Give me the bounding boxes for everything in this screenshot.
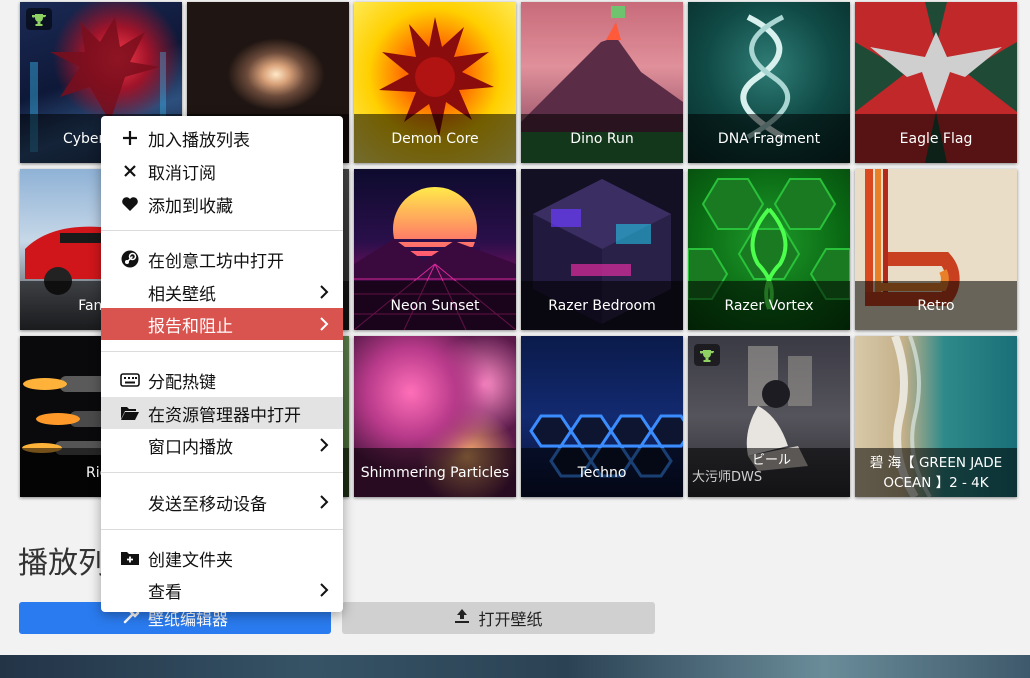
wallpaper-title: 碧 海【 GREEN JADE OCEAN 】2 - 4K — [855, 448, 1017, 497]
playlist-heading: 播放列 — [18, 546, 108, 581]
menu-item-open-in-explorer[interactable]: 在资源管理器中打开 — [101, 397, 343, 429]
chevron-right-icon — [319, 582, 329, 598]
wallpaper-title: Shimmering Particles — [354, 448, 516, 497]
wallpaper-tile-green-jade-ocean[interactable]: 碧 海【 GREEN JADE OCEAN 】2 - 4K — [855, 336, 1017, 497]
chevron-right-icon — [319, 284, 329, 300]
chevron-right-icon — [319, 437, 329, 453]
menu-item-label: 在资源管理器中打开 — [148, 405, 301, 426]
menu-item-label: 发送至移动设备 — [148, 494, 267, 515]
wallpaper-tile-dna-fragment[interactable]: DNA Fragment — [688, 2, 850, 163]
menu-item-add-to-playlist[interactable]: 加入播放列表 — [101, 122, 343, 154]
menu-item-create-folder[interactable]: 创建文件夹 — [101, 542, 343, 574]
menu-item-label: 报告和阻止 — [148, 316, 233, 337]
wallpaper-tile-anime-room[interactable]: ビール 大污师DWS — [688, 336, 850, 497]
open-wallpaper-button[interactable]: 打开壁纸 — [342, 602, 655, 634]
menu-separator — [101, 230, 343, 231]
menu-separator — [101, 351, 343, 352]
wallpaper-title: Dino Run — [521, 114, 683, 163]
wallpaper-title: ビール — [752, 453, 792, 468]
menu-item-related-wallpapers[interactable]: 相关壁纸 — [101, 276, 343, 308]
wallpaper-tile-eagle-flag[interactable]: Eagle Flag — [855, 2, 1017, 163]
wallpaper-tile-shimmering-particles[interactable]: Shimmering Particles — [354, 336, 516, 497]
wallpaper-title: Razer Bedroom — [521, 281, 683, 330]
menu-item-label: 取消订阅 — [148, 163, 216, 184]
menu-item-label: 查看 — [148, 582, 182, 603]
wallpaper-tile-techno[interactable]: Techno — [521, 336, 683, 497]
x-icon — [120, 161, 140, 181]
menu-item-label: 窗口内播放 — [148, 437, 233, 458]
menu-item-label: 分配热键 — [148, 372, 216, 393]
open-wallpaper-label: 打开壁纸 — [478, 610, 543, 629]
wallpaper-tile-retro[interactable]: Retro — [855, 169, 1017, 330]
menu-item-play-in-window[interactable]: 窗口内播放 — [101, 429, 343, 461]
menu-item-unsubscribe[interactable]: 取消订阅 — [101, 155, 343, 187]
menu-item-open-in-workshop[interactable]: 在创意工坊中打开 — [101, 243, 343, 275]
artwork-watermark: 大污师DWS — [692, 470, 763, 485]
wallpaper-title-anime: ビール 大污师DWS — [688, 448, 850, 497]
menu-item-label: 相关壁纸 — [148, 284, 216, 305]
folder-open-icon — [120, 403, 140, 423]
wallpaper-title: Retro — [855, 281, 1017, 330]
trophy-icon — [694, 344, 720, 366]
wallpaper-tile-dino-run[interactable]: Dino Run — [521, 2, 683, 163]
menu-item-add-to-favorites[interactable]: 添加到收藏 — [101, 188, 343, 220]
menu-item-label: 加入播放列表 — [148, 130, 250, 151]
context-menu: 加入播放列表 取消订阅 添加到收藏 在创意工坊中打开 相关壁纸 报告和阻止 分配… — [101, 116, 343, 612]
plus-icon — [120, 128, 140, 148]
wallpaper-tile-demon-core[interactable]: Demon Core — [354, 2, 516, 163]
folder-plus-icon — [120, 548, 140, 568]
wallpaper-title: DNA Fragment — [688, 114, 850, 163]
steam-icon — [120, 249, 140, 269]
menu-item-assign-hotkey[interactable]: 分配热键 — [101, 364, 343, 396]
menu-item-send-to-mobile[interactable]: 发送至移动设备 — [101, 486, 343, 518]
menu-separator — [101, 529, 343, 530]
keyboard-icon — [120, 370, 140, 390]
menu-item-label: 添加到收藏 — [148, 196, 233, 217]
menu-separator — [101, 472, 343, 473]
chevron-right-icon — [319, 494, 329, 510]
chevron-right-icon — [319, 316, 329, 332]
menu-item-view[interactable]: 查看 — [101, 574, 343, 606]
wallpaper-tile-razer-vortex[interactable]: Razer Vortex — [688, 169, 850, 330]
upload-icon — [454, 608, 470, 628]
wallpaper-tile-neon-sunset[interactable]: Neon Sunset — [354, 169, 516, 330]
desktop-background-strip — [0, 655, 1030, 678]
menu-item-report-and-block[interactable]: 报告和阻止 — [101, 308, 343, 340]
wallpaper-tile-razer-bedroom[interactable]: Razer Bedroom — [521, 169, 683, 330]
menu-item-label: 创建文件夹 — [148, 550, 233, 571]
heart-icon — [120, 194, 140, 214]
wallpaper-title: Neon Sunset — [354, 281, 516, 330]
wallpaper-title: Eagle Flag — [855, 114, 1017, 163]
wallpaper-title: Razer Vortex — [688, 281, 850, 330]
wallpaper-title: Techno — [521, 448, 683, 497]
wallpaper-title: Demon Core — [354, 114, 516, 163]
menu-item-label: 在创意工坊中打开 — [148, 251, 284, 272]
trophy-icon — [26, 8, 52, 30]
